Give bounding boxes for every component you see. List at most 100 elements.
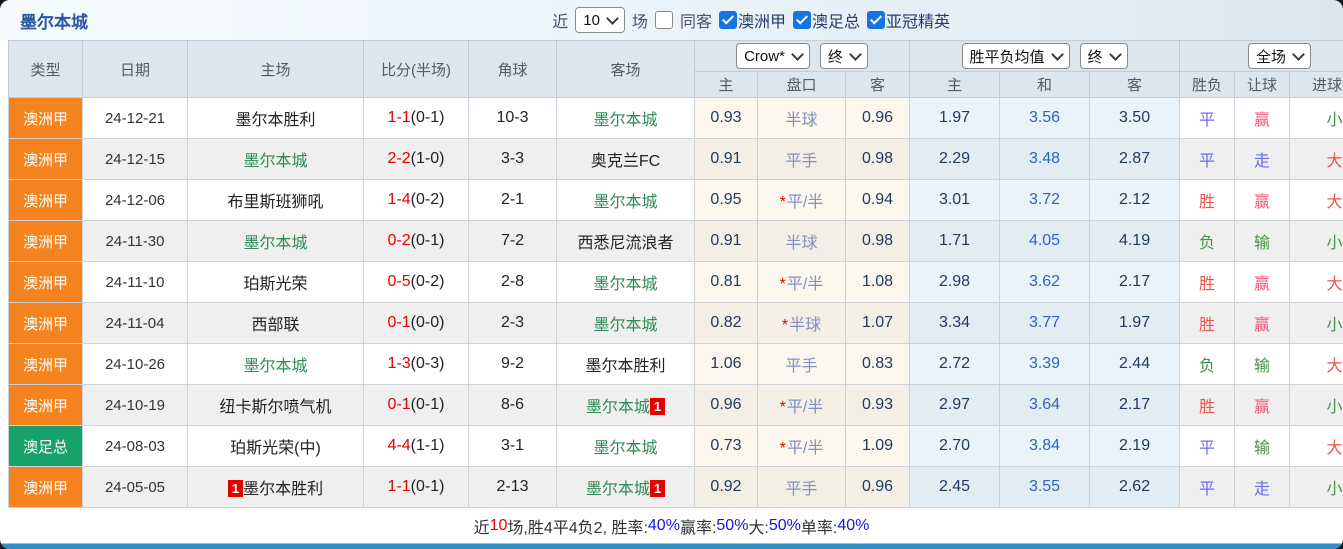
score-cell: 1-4(0-2) — [363, 179, 469, 221]
avg-away-odds: 3.50 — [1089, 97, 1181, 139]
home-team-name: 墨尔本胜利 — [235, 112, 316, 129]
summary-segment: 10 — [489, 516, 508, 534]
handicap-home-odds: 0.92 — [694, 466, 758, 508]
corner-cell: 9-2 — [468, 343, 557, 385]
recent-count-select[interactable]: 10 — [575, 7, 625, 33]
cup-filter-label: 澳足总 — [811, 14, 860, 31]
avg-home-odds: 3.34 — [909, 302, 1001, 344]
goals-result-cell: 小 — [1289, 220, 1343, 262]
red-card-badge: 1 — [649, 480, 666, 497]
handicap-line-cell: 半球 — [757, 97, 846, 139]
full-time-score: 0-1 — [387, 396, 411, 413]
away-team-cell: 墨尔本城 — [556, 179, 695, 221]
away-team-cell: 墨尔本城 1 — [556, 384, 695, 426]
scope-select[interactable]: 全场 — [1248, 43, 1312, 69]
type-badge: 澳洲甲 — [8, 302, 83, 344]
changed-line-star: * — [779, 276, 786, 293]
recent-label: 近 — [552, 14, 569, 31]
acl-checkbox[interactable] — [866, 11, 885, 29]
result-group-header: 全场 — [1179, 40, 1343, 72]
half-time-score: (0-3) — [410, 355, 445, 372]
table-row: 澳洲甲 24-05-05 1 墨尔本胜利 1-1(0-1) 2-13 墨尔本城 1 … — [8, 466, 1343, 508]
avg-draw-odds: 3.64 — [999, 384, 1091, 426]
away-team-cell: 墨尔本城 — [556, 425, 695, 467]
avg-away-odds: 2.62 — [1089, 466, 1181, 508]
handicap-time-select[interactable]: 终 — [819, 43, 868, 69]
half-time-score: (0-1) — [410, 396, 445, 413]
home-team-name: 珀斯光荣(中) — [230, 440, 321, 457]
cup-filter-item[interactable]: 澳足总 — [792, 8, 860, 32]
avg-time-select[interactable]: 终 — [1079, 43, 1128, 69]
home-team-name: 墨尔本城 — [243, 358, 308, 375]
chevron-down-icon — [606, 12, 619, 25]
col-header-away: 客场 — [556, 40, 695, 98]
date-cell: 24-12-06 — [82, 179, 188, 221]
chevron-down-icon — [791, 48, 804, 61]
result-cell: 平 — [1179, 425, 1236, 467]
handicap-home-odds: 0.95 — [694, 179, 758, 221]
changed-line-star: * — [779, 194, 786, 211]
score-cell: 0-5(0-2) — [363, 261, 469, 303]
sub-header-avg-away: 客 — [1089, 71, 1181, 98]
home-team-cell: 墨尔本胜利 — [187, 97, 364, 139]
avg-draw-odds: 3.48 — [999, 138, 1091, 180]
chevron-down-icon — [1108, 48, 1122, 61]
corner-cell: 3-1 — [468, 425, 557, 467]
cup-checkbox[interactable] — [792, 11, 811, 29]
goals-result-cell: 大 — [1289, 179, 1343, 221]
col-header-type: 类型 — [8, 40, 83, 98]
home-team-name: 西部联 — [251, 317, 300, 334]
home-team-cell: 纽卡斯尔喷气机 — [187, 384, 364, 426]
date-cell: 24-11-10 — [82, 261, 188, 303]
col-header-date: 日期 — [82, 40, 188, 98]
league-checkbox[interactable] — [718, 11, 737, 29]
sub-header-avg-draw: 和 — [999, 71, 1091, 98]
date-cell: 24-12-21 — [82, 97, 188, 139]
away-team-name: 墨尔本城 — [585, 399, 650, 416]
table-row: 澳洲甲 24-11-30 墨尔本城 0-2(0-1) 7-2 西悉尼流浪者 0.… — [8, 220, 1343, 262]
sub-header-avg-home: 主 — [909, 71, 1001, 98]
same-venue-checkbox[interactable] — [654, 11, 673, 29]
table-row: 澳洲甲 24-12-06 布里斯班狮吼 1-4(0-2) 2-1 墨尔本城 0.… — [8, 179, 1343, 221]
let-result-cell: 走 — [1234, 138, 1291, 180]
summary-segment: 场,胜4平4负2, 胜率: — [507, 519, 648, 537]
handicap-line: 半球 — [785, 112, 818, 129]
changed-line-star: * — [779, 399, 786, 416]
let-result-cell: 输 — [1234, 343, 1291, 385]
handicap-line-cell: *半球 — [757, 302, 846, 344]
home-team-cell: 珀斯光荣(中) — [187, 425, 364, 467]
away-team-name: 墨尔本城 — [585, 481, 650, 498]
league-filter-item[interactable]: 澳洲甲 — [718, 8, 786, 32]
handicap-line-cell: 平手 — [757, 466, 846, 508]
home-team-cell: 墨尔本城 — [187, 220, 364, 262]
avg-draw-odds: 3.84 — [999, 425, 1091, 467]
odds-company-select[interactable]: Crow* — [736, 43, 810, 69]
handicap-line: 平手 — [785, 358, 818, 375]
type-badge: 澳足总 — [8, 425, 83, 467]
half-time-score: (0-1) — [410, 478, 445, 495]
full-time-score: 1-1 — [387, 478, 411, 495]
full-time-score: 1-4 — [387, 191, 411, 208]
col-header-score: 比分(半场) — [363, 40, 469, 98]
sub-header-handicap-away: 客 — [844, 71, 911, 98]
score-cell: 4-4(1-1) — [363, 425, 469, 467]
result-cell: 胜 — [1179, 261, 1236, 303]
summary-segment: 40% — [837, 516, 870, 534]
table-row: 澳足总 24-08-03 珀斯光荣(中) 4-4(1-1) 3-1 墨尔本城 0… — [8, 425, 1343, 467]
avg-away-odds: 2.12 — [1089, 179, 1181, 221]
away-team-name: 墨尔本城 — [593, 112, 658, 129]
goals-result-cell: 小 — [1289, 97, 1343, 139]
avg-home-odds: 2.45 — [909, 466, 1001, 508]
avg-draw-odds: 3.62 — [999, 261, 1091, 303]
score-cell: 1-3(0-3) — [363, 343, 469, 385]
corner-cell: 2-13 — [468, 466, 557, 508]
goals-result-cell: 大 — [1289, 425, 1343, 467]
home-team-cell: 布里斯班狮吼 — [187, 179, 364, 221]
type-badge: 澳洲甲 — [8, 97, 83, 139]
handicap-line-cell: 平手 — [757, 138, 846, 180]
avg-odds-select[interactable]: 胜平负均值 — [961, 43, 1070, 69]
sub-header-let: 让球 — [1234, 71, 1291, 98]
handicap-away-odds: 0.83 — [844, 343, 911, 385]
home-team-cell: 墨尔本城 — [187, 343, 364, 385]
acl-filter-item[interactable]: 亚冠精英 — [866, 8, 950, 32]
